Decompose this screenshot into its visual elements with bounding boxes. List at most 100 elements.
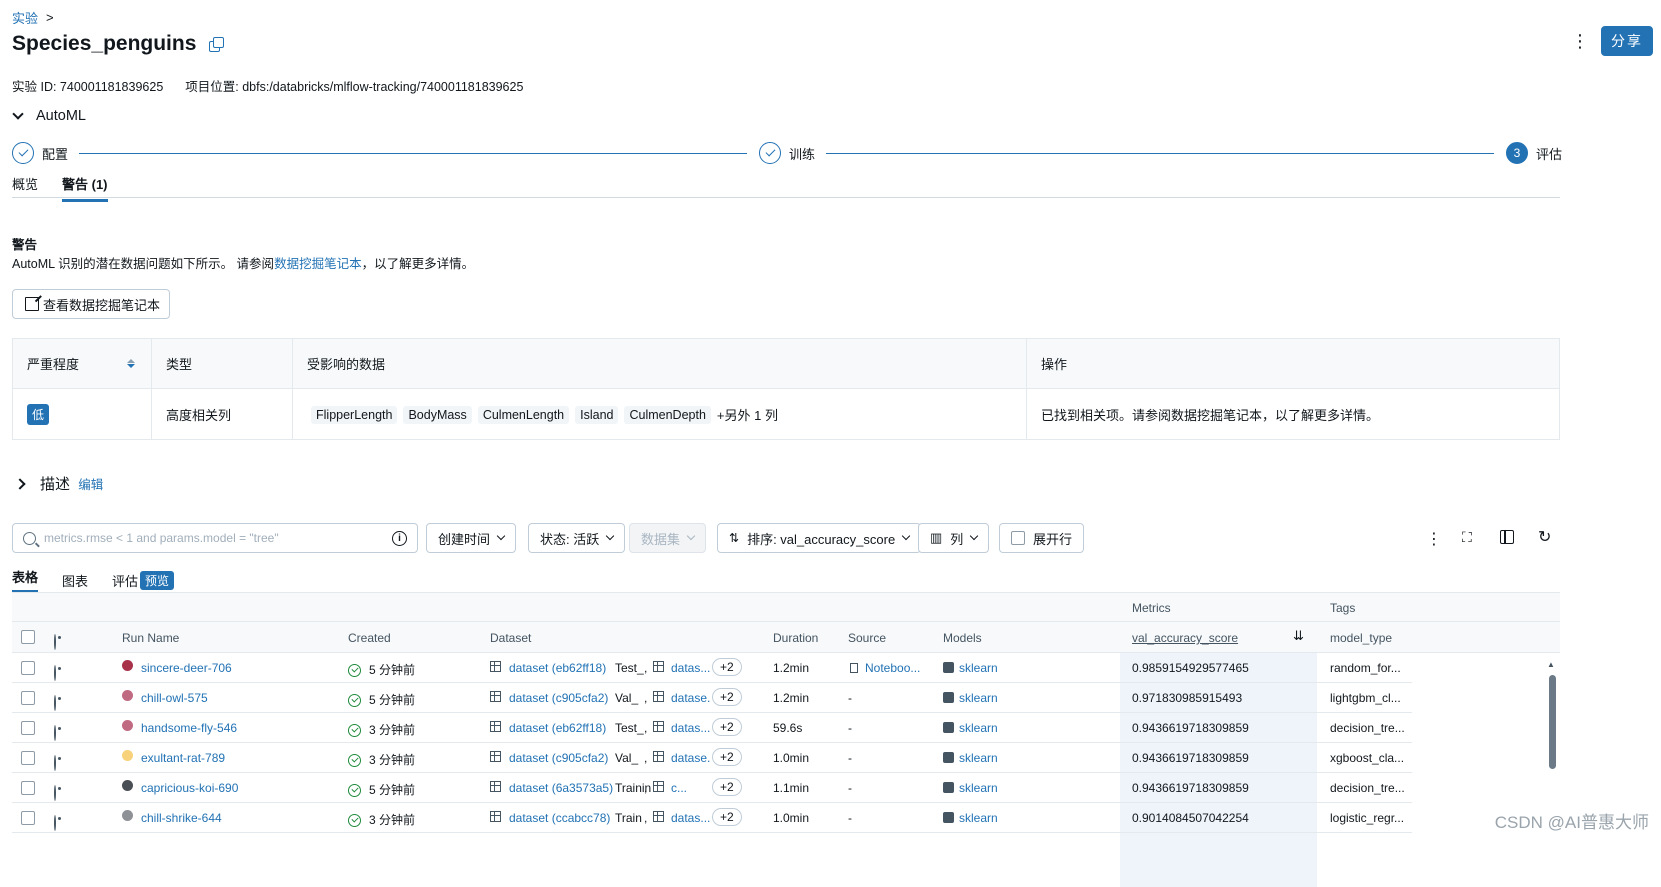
expand-rows-toggle[interactable]: 展开行 bbox=[999, 523, 1085, 553]
run-name-link[interactable]: capricious-koi-690 bbox=[141, 781, 238, 795]
dataset-link[interactable]: dataset (ccabcc78) bbox=[509, 811, 610, 825]
sort-icon[interactable] bbox=[127, 359, 135, 368]
data-exploration-notebook-link[interactable]: 数据挖掘笔记本 bbox=[274, 257, 362, 271]
view-notebook-label: 查看数据挖掘笔记本 bbox=[43, 297, 161, 313]
run-name-link[interactable]: handsome-fly-546 bbox=[141, 721, 237, 735]
source-link[interactable]: Noteboo... bbox=[865, 661, 921, 675]
model-link[interactable]: sklearn bbox=[959, 751, 998, 765]
table-icon bbox=[490, 780, 501, 794]
expand-rows-checkbox[interactable] bbox=[1011, 531, 1025, 545]
dataset-link-secondary[interactable]: datas... bbox=[671, 661, 711, 675]
chevron-down-icon bbox=[605, 531, 615, 541]
share-button[interactable]: 分享 bbox=[1601, 26, 1653, 56]
more-datasets-chip[interactable]: +2 bbox=[712, 748, 742, 766]
eye-icon[interactable] bbox=[54, 785, 56, 801]
more-datasets-chip[interactable]: +2 bbox=[712, 808, 742, 826]
row-checkbox[interactable] bbox=[21, 661, 35, 675]
more-datasets-chip[interactable]: +2 bbox=[712, 778, 742, 796]
table-row[interactable]: chill-shrike-644 3 分钟前 dataset (ccabcc78) T… bbox=[12, 803, 1412, 833]
dataset-link[interactable]: dataset (6a3573a5) bbox=[509, 781, 613, 795]
table-scrollbar[interactable] bbox=[1549, 675, 1556, 769]
col-severity[interactable]: 严重程度 bbox=[13, 339, 152, 388]
header-source[interactable]: Source bbox=[848, 631, 886, 645]
info-icon[interactable]: i bbox=[392, 530, 407, 546]
dataset-link-secondary[interactable]: datase... bbox=[671, 751, 711, 765]
more-columns-link[interactable]: +另外 1 列 bbox=[717, 405, 778, 424]
view-notebook-button[interactable]: 查看数据挖掘笔记本 bbox=[12, 289, 170, 319]
dataset-link-secondary[interactable]: datas... bbox=[671, 811, 711, 825]
dataset-link-secondary[interactable]: datase... bbox=[671, 691, 711, 705]
source-cell: - bbox=[848, 691, 852, 705]
tab-chart[interactable]: 图表 bbox=[62, 571, 88, 590]
header-models[interactable]: Models bbox=[943, 631, 982, 645]
refresh-icon[interactable]: ↻ bbox=[1538, 527, 1551, 547]
warnings-table-header: 严重程度 类型 受影响的数据 操作 bbox=[13, 339, 1559, 389]
state-label: 状态: 活跃 bbox=[540, 531, 600, 547]
more-datasets-chip[interactable]: +2 bbox=[712, 718, 742, 736]
dataset-link-secondary[interactable]: c... bbox=[671, 781, 711, 795]
row-checkbox[interactable] bbox=[21, 721, 35, 735]
side-panel-icon[interactable] bbox=[1500, 530, 1514, 544]
sort-dropdown[interactable]: ⇅ 排序: val_accuracy_score bbox=[717, 523, 922, 553]
eye-icon[interactable] bbox=[54, 815, 56, 831]
scroll-up-arrow-icon[interactable]: ▲ bbox=[1547, 660, 1555, 669]
header-duration[interactable]: Duration bbox=[773, 631, 818, 645]
dataset-link[interactable]: dataset (eb62ff18) bbox=[509, 721, 606, 735]
expand-rows-label: 展开行 bbox=[1033, 531, 1073, 547]
row-checkbox[interactable] bbox=[21, 781, 35, 795]
runs-search-input[interactable] bbox=[44, 531, 384, 545]
select-all-checkbox[interactable] bbox=[21, 630, 35, 644]
model-link[interactable]: sklearn bbox=[959, 691, 998, 705]
table-row[interactable]: handsome-fly-546 3 分钟前 dataset (eb62ff18) T… bbox=[12, 713, 1412, 743]
state-dropdown[interactable]: 状态: 活跃 bbox=[528, 523, 626, 553]
eye-icon[interactable] bbox=[54, 665, 56, 681]
more-datasets-chip[interactable]: +2 bbox=[712, 688, 742, 706]
dataset-link[interactable]: dataset (eb62ff18) bbox=[509, 661, 606, 675]
dataset-link[interactable]: dataset (c905cfa2) bbox=[509, 691, 608, 705]
created-time-dropdown[interactable]: 创建时间 bbox=[426, 523, 517, 553]
tab-evaluation[interactable]: 评估 bbox=[112, 571, 138, 590]
run-color-dot bbox=[122, 720, 133, 734]
eye-icon[interactable] bbox=[54, 695, 56, 711]
run-name-link[interactable]: chill-shrike-644 bbox=[141, 811, 222, 825]
automl-section-toggle[interactable]: AutoML bbox=[12, 108, 86, 124]
header-run-name[interactable]: Run Name bbox=[122, 631, 179, 645]
copy-icon[interactable] bbox=[208, 36, 225, 52]
table-row[interactable]: capricious-koi-690 5 分钟前 dataset (6a3573a5… bbox=[12, 773, 1412, 803]
description-toggle[interactable]: 描述 编辑 bbox=[14, 473, 103, 494]
tab-table[interactable]: 表格 bbox=[12, 567, 39, 593]
model-link[interactable]: sklearn bbox=[959, 661, 998, 675]
edit-description-link[interactable]: 编辑 bbox=[78, 478, 103, 492]
columns-dropdown[interactable]: ▥ 列 bbox=[918, 523, 990, 553]
row-checkbox[interactable] bbox=[21, 691, 35, 705]
fullscreen-icon[interactable]: ⛶ bbox=[1462, 529, 1472, 546]
model-link[interactable]: sklearn bbox=[959, 811, 998, 825]
dataset-link-secondary[interactable]: datas... bbox=[671, 721, 711, 735]
row-checkbox[interactable] bbox=[21, 751, 35, 765]
breadcrumb-experiments-link[interactable]: 实验 bbox=[12, 8, 38, 27]
header-created[interactable]: Created bbox=[348, 631, 391, 645]
dataset-dropdown[interactable]: 数据集 bbox=[629, 523, 707, 553]
run-name-link[interactable]: chill-owl-575 bbox=[141, 691, 208, 705]
more-datasets-chip[interactable]: +2 bbox=[712, 658, 742, 676]
header-model-type[interactable]: model_type bbox=[1330, 631, 1392, 645]
eye-icon[interactable] bbox=[54, 634, 56, 650]
model-link[interactable]: sklearn bbox=[959, 781, 998, 795]
table-icon bbox=[653, 780, 664, 794]
dataset-link[interactable]: dataset (c905cfa2) bbox=[509, 751, 608, 765]
table-row[interactable]: sincere-deer-706 5 分钟前 dataset (eb62ff18) T… bbox=[12, 653, 1412, 683]
dataset-separator: , bbox=[644, 661, 648, 675]
table-row[interactable]: chill-owl-575 5 分钟前 dataset (c905cfa2) Val_… bbox=[12, 683, 1412, 713]
run-name-link[interactable]: sincere-deer-706 bbox=[141, 661, 232, 675]
more-options-icon[interactable]: ⋮ bbox=[1571, 32, 1589, 50]
run-name-link[interactable]: exultant-rat-789 bbox=[141, 751, 225, 765]
sort-descending-icon[interactable]: ⇊ bbox=[1293, 628, 1304, 644]
header-val-accuracy-score[interactable]: val_accuracy_score bbox=[1132, 631, 1238, 645]
row-checkbox[interactable] bbox=[21, 811, 35, 825]
eye-icon[interactable] bbox=[54, 725, 56, 741]
table-row[interactable]: exultant-rat-789 3 分钟前 dataset (c905cfa2) V… bbox=[12, 743, 1412, 773]
more-options-icon[interactable]: ⋮ bbox=[1426, 529, 1442, 549]
eye-icon[interactable] bbox=[54, 755, 56, 771]
header-dataset[interactable]: Dataset bbox=[490, 631, 531, 645]
model-link[interactable]: sklearn bbox=[959, 721, 998, 735]
